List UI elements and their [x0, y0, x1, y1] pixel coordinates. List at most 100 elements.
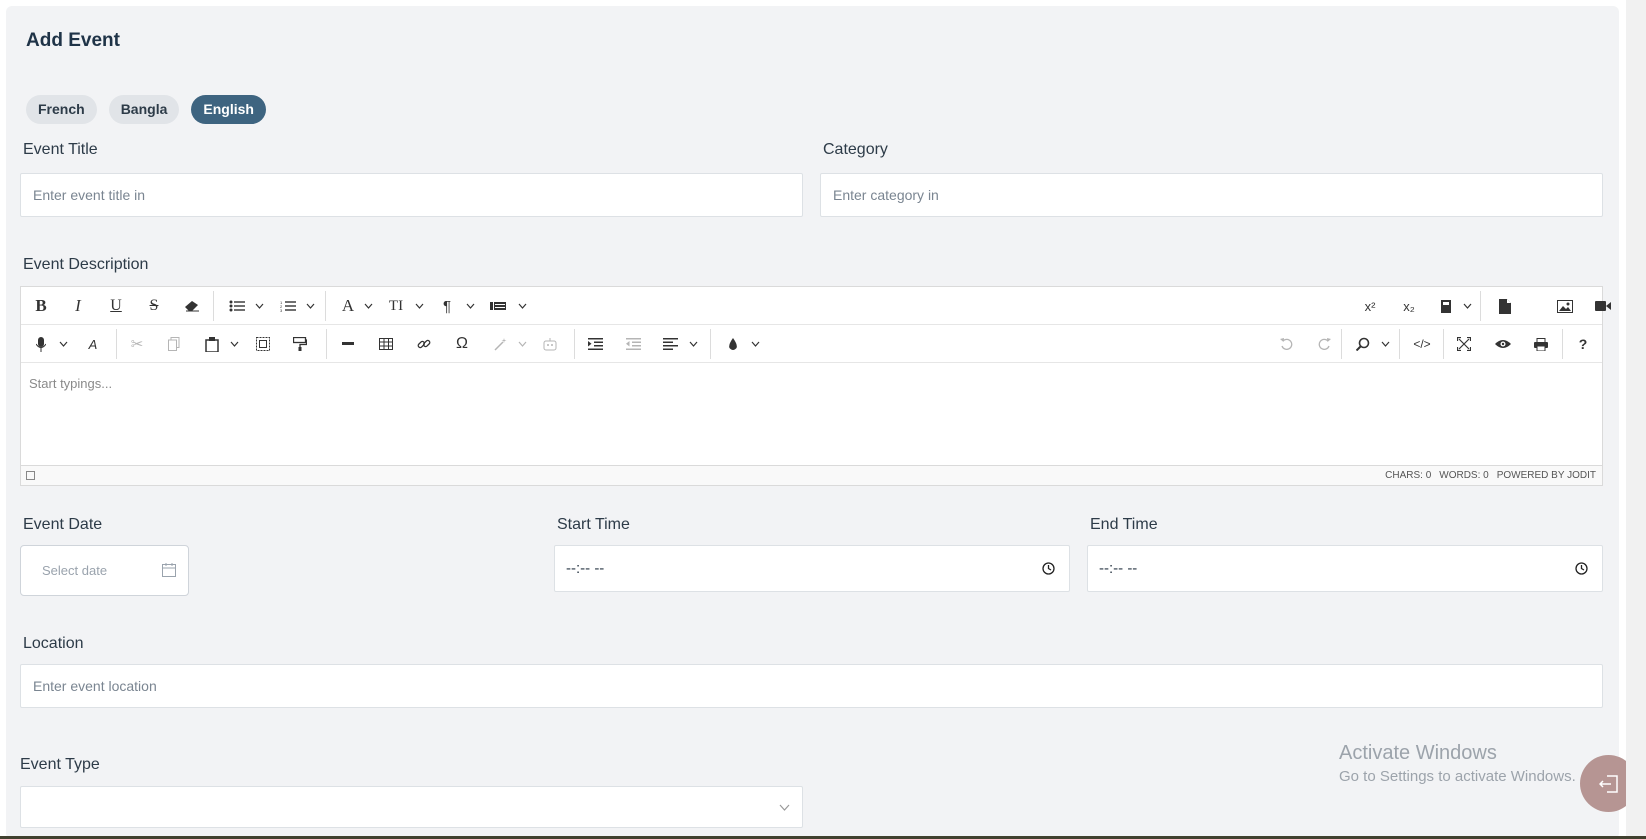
- chevron-down-icon[interactable]: [464, 287, 476, 325]
- editor-content-area[interactable]: Start typings...: [21, 364, 1602, 465]
- clock-icon[interactable]: [1575, 562, 1588, 575]
- chevron-down-icon[interactable]: [687, 325, 699, 363]
- event-date-placeholder: Select date: [42, 563, 108, 578]
- end-time-input[interactable]: --:-- --: [1087, 545, 1603, 592]
- chevron-down-icon[interactable]: [413, 287, 425, 325]
- resize-handle-icon[interactable]: [26, 471, 35, 480]
- event-date-label: Event Date: [23, 516, 103, 533]
- chevron-down-icon[interactable]: [304, 287, 316, 325]
- toolbar-separator: [325, 291, 326, 321]
- toolbar-separator: [1443, 329, 1444, 359]
- powered-by-link[interactable]: POWERED BY JODIT: [1497, 470, 1596, 481]
- chevron-down-icon: [779, 804, 790, 811]
- event-title-label: Event Title: [23, 141, 98, 158]
- special-character-icon[interactable]: Ω: [450, 325, 474, 363]
- exit-icon: [1598, 774, 1618, 793]
- magic-wand-icon[interactable]: [489, 325, 513, 363]
- bold-icon[interactable]: B: [29, 287, 53, 325]
- spellcheck-icon[interactable]: A: [81, 325, 105, 363]
- format-painter-icon[interactable]: [288, 325, 312, 363]
- chevron-down-icon[interactable]: [253, 287, 265, 325]
- align-icon[interactable]: [658, 325, 682, 363]
- start-time-label: Start Time: [557, 516, 630, 533]
- char-count: CHARS: 0: [1385, 470, 1432, 481]
- cut-icon[interactable]: ✂: [125, 325, 149, 363]
- paragraph-icon[interactable]: ¶: [435, 287, 459, 325]
- svg-text:3: 3: [280, 308, 283, 312]
- language-tab-bangla[interactable]: Bangla: [108, 95, 180, 124]
- end-time-label: End Time: [1090, 516, 1158, 533]
- horizontal-rule-icon[interactable]: [336, 325, 360, 363]
- chevron-down-icon[interactable]: [1379, 325, 1391, 363]
- calendar-icon: [162, 563, 176, 577]
- eraser-icon[interactable]: [180, 287, 204, 325]
- start-time-input[interactable]: --:-- --: [554, 545, 1070, 592]
- toolbar-separator: [326, 329, 327, 359]
- activate-windows-subtitle: Go to Settings to activate Windows.: [1339, 768, 1576, 785]
- font-icon[interactable]: A: [336, 287, 360, 325]
- underline-icon[interactable]: U: [104, 287, 128, 325]
- strikethrough-icon[interactable]: S: [142, 287, 166, 325]
- italic-icon[interactable]: I: [66, 287, 90, 325]
- search-icon[interactable]: [1351, 325, 1375, 363]
- category-label: Category: [823, 141, 888, 158]
- chevron-down-icon[interactable]: [516, 325, 528, 363]
- microphone-icon[interactable]: [29, 325, 53, 363]
- print-icon[interactable]: [1529, 325, 1553, 363]
- indent-icon[interactable]: [583, 325, 607, 363]
- location-label: Location: [23, 635, 84, 652]
- language-tab-english[interactable]: English: [191, 95, 266, 124]
- preview-eye-icon[interactable]: [1491, 325, 1515, 363]
- subscript-icon[interactable]: x₂: [1396, 287, 1422, 325]
- ai-assistant-icon[interactable]: [538, 325, 562, 363]
- link-icon[interactable]: [412, 325, 436, 363]
- font-size-icon[interactable]: TI: [383, 287, 409, 325]
- event-type-select[interactable]: [20, 786, 803, 828]
- language-tabs: French Bangla English: [26, 95, 266, 124]
- end-time-value: --:-- --: [1099, 560, 1138, 577]
- help-icon[interactable]: ?: [1571, 325, 1595, 363]
- editor-toolbar-row-2: A ✂ Ω </> ?: [21, 325, 1602, 363]
- page-scrollbar[interactable]: [1626, 0, 1646, 839]
- undo-icon[interactable]: [1274, 325, 1298, 363]
- chevron-down-icon[interactable]: [749, 325, 761, 363]
- clock-icon[interactable]: [1042, 562, 1055, 575]
- page-title: Add Event: [26, 30, 120, 51]
- paste-icon[interactable]: [200, 325, 224, 363]
- line-height-icon[interactable]: [485, 287, 511, 325]
- event-date-picker[interactable]: Select date: [20, 545, 189, 596]
- chevron-down-icon[interactable]: [57, 325, 69, 363]
- video-icon[interactable]: [1591, 287, 1615, 325]
- editor-toolbar-row-1: B I U S 123 A TI ¶ x² x₂: [21, 287, 1611, 325]
- toolbar-separator: [1480, 291, 1481, 321]
- chevron-down-icon[interactable]: [228, 325, 240, 363]
- toolbar-separator: [213, 291, 214, 321]
- language-tab-french[interactable]: French: [26, 95, 97, 124]
- toolbar-separator: [1562, 329, 1563, 359]
- outdent-icon[interactable]: [621, 325, 645, 363]
- superscript-icon[interactable]: x²: [1357, 287, 1383, 325]
- fullscreen-icon[interactable]: [1452, 325, 1476, 363]
- table-icon[interactable]: [374, 325, 398, 363]
- copy-icon[interactable]: [162, 325, 186, 363]
- toolbar-separator: [574, 329, 575, 359]
- image-icon[interactable]: [1553, 287, 1577, 325]
- document-icon[interactable]: [1493, 287, 1517, 325]
- color-drop-icon[interactable]: [721, 325, 745, 363]
- file-icon[interactable]: [1434, 287, 1458, 325]
- select-all-icon[interactable]: [251, 325, 275, 363]
- numbered-list-icon[interactable]: 123: [276, 287, 300, 325]
- activate-windows-title: Activate Windows: [1339, 742, 1497, 764]
- location-input[interactable]: [20, 664, 1603, 708]
- chevron-down-icon[interactable]: [516, 287, 528, 325]
- rich-text-editor: B I U S 123 A TI ¶ x² x₂ A ✂ Ω </> ? Sta…: [20, 286, 1611, 486]
- bullet-list-icon[interactable]: [225, 287, 249, 325]
- category-input[interactable]: [820, 173, 1603, 217]
- chevron-down-icon[interactable]: [362, 287, 374, 325]
- chevron-down-icon[interactable]: [1461, 287, 1473, 325]
- event-title-input[interactable]: [20, 173, 803, 217]
- source-code-icon[interactable]: </>: [1409, 325, 1435, 363]
- redo-icon[interactable]: [1312, 325, 1336, 363]
- word-count: WORDS: 0: [1439, 470, 1489, 481]
- toolbar-separator: [1341, 329, 1342, 359]
